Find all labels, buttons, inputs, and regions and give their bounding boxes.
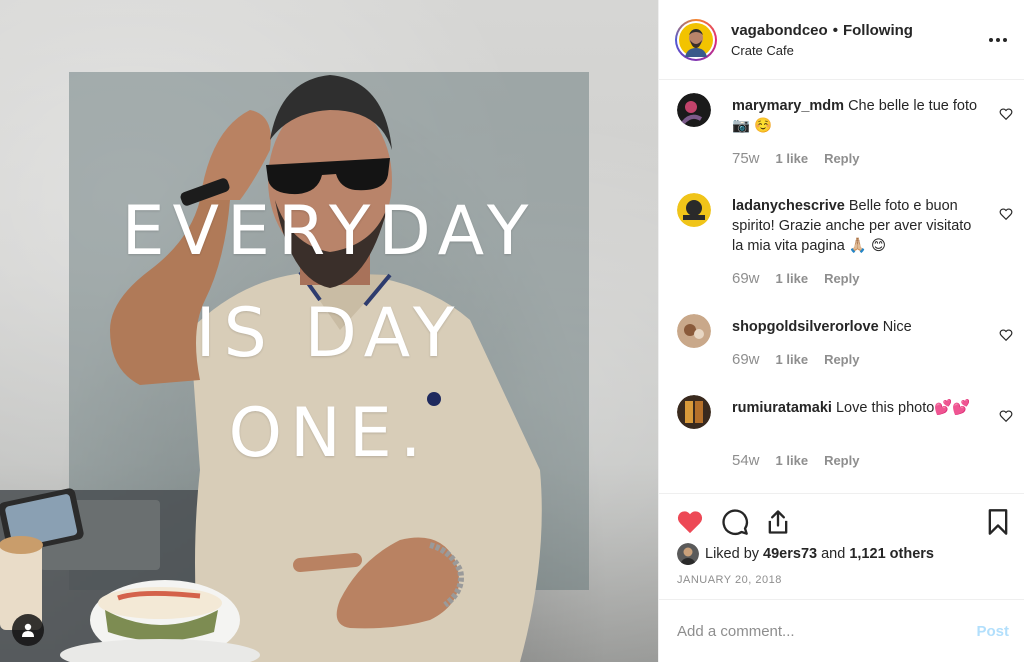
comment-heart-icon[interactable] — [999, 409, 1013, 423]
comment-meta: 69w 1 like Reply — [732, 351, 859, 368]
comment-text-block: rumiuratamaki Love this photo💕💕 — [732, 398, 982, 418]
comment-input[interactable] — [677, 622, 977, 640]
liker-avatar[interactable] — [677, 543, 699, 565]
comment-meta: 69w 1 like Reply — [732, 270, 859, 287]
post-comment-button[interactable]: Post — [976, 623, 1009, 640]
comment-username[interactable]: shopgoldsilverorlove — [732, 319, 879, 335]
reply-button[interactable]: Reply — [824, 352, 859, 367]
more-options-icon[interactable] — [987, 30, 1009, 50]
author-avatar-image — [679, 22, 713, 57]
likes-summary: Liked by 49ers73 and 1,121 others — [677, 543, 934, 565]
comment-likes[interactable]: 1 like — [776, 151, 809, 166]
liked-by-user[interactable]: 49ers73 — [763, 546, 817, 562]
commenter-avatar[interactable] — [677, 193, 711, 227]
post-actions: Liked by 49ers73 and 1,121 others JANUAR… — [659, 493, 1024, 586]
post-details-panel: vagabondceo • Following Crate Cafe marymar… — [658, 0, 1024, 662]
comment-text: Nice — [882, 319, 912, 335]
comment-heart-icon[interactable] — [999, 207, 1013, 221]
comment-age[interactable]: 69w — [732, 351, 760, 368]
add-comment-bar: Post — [659, 599, 1024, 662]
share-icon[interactable] — [764, 508, 792, 536]
quote-line-2: IS DAY — [195, 294, 463, 373]
bookmark-icon[interactable] — [984, 508, 1012, 536]
reply-button[interactable]: Reply — [824, 151, 859, 166]
quote-line-3: ONE. — [228, 394, 430, 473]
instagram-post-modal: EVERYDAY IS DAY ONE. vagabondceo • Follo… — [0, 0, 1024, 662]
quote-line-1: EVERYDAY — [121, 192, 537, 271]
comment-meta: 75w 1 like Reply — [732, 150, 859, 167]
reply-button[interactable]: Reply — [824, 453, 859, 468]
comment-age[interactable]: 75w — [732, 150, 760, 167]
comment-likes[interactable]: 1 like — [776, 352, 809, 367]
post-location[interactable]: Crate Cafe — [731, 43, 913, 58]
author-username[interactable]: vagabondceo — [731, 22, 828, 39]
comment-heart-icon[interactable] — [999, 328, 1013, 342]
comment-username[interactable]: marymary_mdm — [732, 98, 844, 114]
comment-meta: 54w 1 like Reply — [732, 452, 859, 469]
comment-text: Love this photo💕💕 — [835, 400, 971, 416]
comment-bubble-icon[interactable] — [721, 508, 749, 536]
user-tag-icon — [22, 623, 34, 637]
comment-age[interactable]: 54w — [732, 452, 760, 469]
following-button[interactable]: Following — [843, 22, 913, 39]
reply-button[interactable]: Reply — [824, 271, 859, 286]
comment-username[interactable]: ladanychescrive — [732, 198, 845, 214]
comments-list: marymary_mdm Che belle le tue foto📷 ☺️ 7… — [659, 80, 1024, 493]
comment-likes[interactable]: 1 like — [776, 453, 809, 468]
comment-text-block: marymary_mdm Che belle le tue foto📷 ☺️ — [732, 96, 982, 136]
comment-likes[interactable]: 1 like — [776, 271, 809, 286]
post-date[interactable]: JANUARY 20, 2018 — [677, 574, 782, 586]
liked-and: and — [821, 546, 846, 562]
like-heart-icon[interactable] — [676, 508, 704, 536]
separator-dot: • — [832, 21, 838, 39]
user-tag-button[interactable] — [12, 614, 44, 646]
comment-username[interactable]: rumiuratamaki — [732, 400, 832, 416]
comment-text-block: ladanychescrive Belle foto e buon spirit… — [732, 196, 982, 256]
commenter-avatar[interactable] — [677, 93, 711, 127]
commenter-avatar[interactable] — [677, 395, 711, 429]
comment-heart-icon[interactable] — [999, 107, 1013, 121]
commenter-avatar[interactable] — [677, 314, 711, 348]
liked-others-link[interactable]: 1,121 others — [849, 546, 934, 562]
liked-by-prefix: Liked by — [705, 546, 760, 562]
author-avatar[interactable] — [675, 18, 717, 61]
comment-age[interactable]: 69w — [732, 270, 760, 287]
post-header: vagabondceo • Following Crate Cafe — [659, 0, 1024, 80]
comment-text-block: shopgoldsilverorlove Nice — [732, 317, 982, 337]
post-photo[interactable]: EVERYDAY IS DAY ONE. — [0, 0, 658, 662]
